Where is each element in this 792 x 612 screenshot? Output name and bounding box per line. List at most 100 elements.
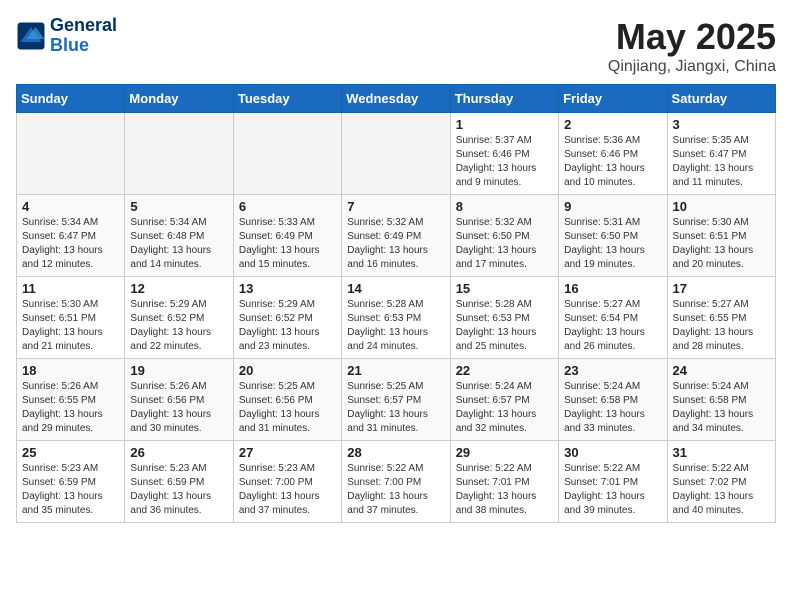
weekday-header-wednesday: Wednesday xyxy=(342,85,450,113)
calendar-day-17: 17 Sunrise: 5:27 AMSunset: 6:55 PMDayligh… xyxy=(667,277,775,359)
calendar-day-24: 24 Sunrise: 5:24 AMSunset: 6:58 PMDayligh… xyxy=(667,359,775,441)
day-number: 18 xyxy=(22,363,119,378)
day-info: Sunrise: 5:31 AMSunset: 6:50 PMDaylight:… xyxy=(564,216,661,272)
calendar-day-26: 26 Sunrise: 5:23 AMSunset: 6:59 PMDayligh… xyxy=(125,441,233,523)
calendar-empty xyxy=(233,113,341,195)
calendar-empty xyxy=(17,113,125,195)
calendar-day-25: 25 Sunrise: 5:23 AMSunset: 6:59 PMDayligh… xyxy=(17,441,125,523)
weekday-header-monday: Monday xyxy=(125,85,233,113)
calendar-day-29: 29Sunrise: 5:22 AMSunset: 7:01 PMDayligh… xyxy=(450,441,558,523)
calendar-empty xyxy=(342,113,450,195)
calendar-day-19: 19 Sunrise: 5:26 AMSunset: 6:56 PMDayligh… xyxy=(125,359,233,441)
day-number: 5 xyxy=(130,199,227,214)
calendar-day-3: 3 Sunrise: 5:35 AMSunset: 6:47 PMDaylight… xyxy=(667,113,775,195)
day-number: 16 xyxy=(564,281,661,296)
calendar-day-20: 20Sunrise: 5:25 AMSunset: 6:56 PMDayligh… xyxy=(233,359,341,441)
calendar-empty xyxy=(125,113,233,195)
calendar-week-5: 25 Sunrise: 5:23 AMSunset: 6:59 PMDayligh… xyxy=(17,441,776,523)
calendar-day-12: 12Sunrise: 5:29 AMSunset: 6:52 PMDayligh… xyxy=(125,277,233,359)
day-info: Sunrise: 5:28 AMSunset: 6:53 PMDaylight:… xyxy=(347,298,444,354)
day-info: Sunrise: 5:30 AMSunset: 6:51 PMDaylight:… xyxy=(673,216,770,272)
calendar-day-14: 14 Sunrise: 5:28 AMSunset: 6:53 PMDayligh… xyxy=(342,277,450,359)
calendar-week-1: 1 Sunrise: 5:37 AMSunset: 6:46 PMDaylight… xyxy=(17,113,776,195)
day-number: 9 xyxy=(564,199,661,214)
day-number: 25 xyxy=(22,445,119,460)
day-info: Sunrise: 5:22 AMSunset: 7:01 PMDaylight:… xyxy=(456,462,553,518)
day-info: Sunrise: 5:24 AMSunset: 6:58 PMDaylight:… xyxy=(673,380,770,436)
logo: General Blue xyxy=(16,16,117,56)
weekday-header-tuesday: Tuesday xyxy=(233,85,341,113)
day-number: 26 xyxy=(130,445,227,460)
day-number: 31 xyxy=(673,445,770,460)
calendar-week-4: 18 Sunrise: 5:26 AMSunset: 6:55 PMDayligh… xyxy=(17,359,776,441)
day-info: Sunrise: 5:23 AMSunset: 6:59 PMDaylight:… xyxy=(130,462,227,518)
day-info: Sunrise: 5:34 AMSunset: 6:48 PMDaylight:… xyxy=(130,216,227,272)
weekday-header-saturday: Saturday xyxy=(667,85,775,113)
location: Qinjiang, Jiangxi, China xyxy=(608,58,776,76)
logo-icon xyxy=(16,21,46,51)
day-number: 28 xyxy=(347,445,444,460)
title-block: May 2025 Qinjiang, Jiangxi, China xyxy=(608,16,776,76)
day-number: 11 xyxy=(22,281,119,296)
day-info: Sunrise: 5:23 AMSunset: 7:00 PMDaylight:… xyxy=(239,462,336,518)
day-info: Sunrise: 5:27 AMSunset: 6:55 PMDaylight:… xyxy=(673,298,770,354)
calendar-day-1: 1 Sunrise: 5:37 AMSunset: 6:46 PMDaylight… xyxy=(450,113,558,195)
calendar-day-6: 6 Sunrise: 5:33 AMSunset: 6:49 PMDaylight… xyxy=(233,195,341,277)
day-info: Sunrise: 5:32 AMSunset: 6:50 PMDaylight:… xyxy=(456,216,553,272)
day-number: 23 xyxy=(564,363,661,378)
calendar-day-10: 10 Sunrise: 5:30 AMSunset: 6:51 PMDayligh… xyxy=(667,195,775,277)
calendar-header-row: SundayMondayTuesdayWednesdayThursdayFrid… xyxy=(17,85,776,113)
day-info: Sunrise: 5:26 AMSunset: 6:55 PMDaylight:… xyxy=(22,380,119,436)
day-info: Sunrise: 5:34 AMSunset: 6:47 PMDaylight:… xyxy=(22,216,119,272)
day-info: Sunrise: 5:36 AMSunset: 6:46 PMDaylight:… xyxy=(564,134,661,190)
day-info: Sunrise: 5:24 AMSunset: 6:58 PMDaylight:… xyxy=(564,380,661,436)
weekday-header-friday: Friday xyxy=(559,85,667,113)
day-info: Sunrise: 5:37 AMSunset: 6:46 PMDaylight:… xyxy=(456,134,553,190)
day-number: 27 xyxy=(239,445,336,460)
calendar-week-2: 4Sunrise: 5:34 AMSunset: 6:47 PMDaylight… xyxy=(17,195,776,277)
day-number: 19 xyxy=(130,363,227,378)
day-number: 10 xyxy=(673,199,770,214)
day-number: 2 xyxy=(564,117,661,132)
calendar-day-23: 23 Sunrise: 5:24 AMSunset: 6:58 PMDayligh… xyxy=(559,359,667,441)
day-number: 21 xyxy=(347,363,444,378)
page-header: General Blue May 2025 Qinjiang, Jiangxi,… xyxy=(16,16,776,76)
day-info: Sunrise: 5:27 AMSunset: 6:54 PMDaylight:… xyxy=(564,298,661,354)
calendar-day-22: 22Sunrise: 5:24 AMSunset: 6:57 PMDayligh… xyxy=(450,359,558,441)
calendar-table: SundayMondayTuesdayWednesdayThursdayFrid… xyxy=(16,84,776,523)
day-number: 3 xyxy=(673,117,770,132)
weekday-header-sunday: Sunday xyxy=(17,85,125,113)
day-number: 8 xyxy=(456,199,553,214)
calendar-day-4: 4Sunrise: 5:34 AMSunset: 6:47 PMDaylight… xyxy=(17,195,125,277)
calendar-day-15: 15Sunrise: 5:28 AMSunset: 6:53 PMDayligh… xyxy=(450,277,558,359)
day-number: 15 xyxy=(456,281,553,296)
day-info: Sunrise: 5:26 AMSunset: 6:56 PMDaylight:… xyxy=(130,380,227,436)
day-number: 22 xyxy=(456,363,553,378)
day-info: Sunrise: 5:33 AMSunset: 6:49 PMDaylight:… xyxy=(239,216,336,272)
calendar-day-9: 9 Sunrise: 5:31 AMSunset: 6:50 PMDaylight… xyxy=(559,195,667,277)
calendar-day-2: 2 Sunrise: 5:36 AMSunset: 6:46 PMDaylight… xyxy=(559,113,667,195)
calendar-day-30: 30Sunrise: 5:22 AMSunset: 7:01 PMDayligh… xyxy=(559,441,667,523)
day-info: Sunrise: 5:35 AMSunset: 6:47 PMDaylight:… xyxy=(673,134,770,190)
calendar-day-31: 31Sunrise: 5:22 AMSunset: 7:02 PMDayligh… xyxy=(667,441,775,523)
day-info: Sunrise: 5:32 AMSunset: 6:49 PMDaylight:… xyxy=(347,216,444,272)
day-info: Sunrise: 5:25 AMSunset: 6:57 PMDaylight:… xyxy=(347,380,444,436)
day-info: Sunrise: 5:23 AMSunset: 6:59 PMDaylight:… xyxy=(22,462,119,518)
day-info: Sunrise: 5:29 AMSunset: 6:52 PMDaylight:… xyxy=(130,298,227,354)
day-number: 20 xyxy=(239,363,336,378)
day-number: 1 xyxy=(456,117,553,132)
month-title: May 2025 xyxy=(608,16,776,58)
day-number: 6 xyxy=(239,199,336,214)
day-number: 14 xyxy=(347,281,444,296)
day-number: 17 xyxy=(673,281,770,296)
calendar-day-21: 21 Sunrise: 5:25 AMSunset: 6:57 PMDayligh… xyxy=(342,359,450,441)
day-number: 24 xyxy=(673,363,770,378)
calendar-day-27: 27 Sunrise: 5:23 AMSunset: 7:00 PMDayligh… xyxy=(233,441,341,523)
weekday-header-thursday: Thursday xyxy=(450,85,558,113)
day-info: Sunrise: 5:22 AMSunset: 7:01 PMDaylight:… xyxy=(564,462,661,518)
calendar-day-8: 8 Sunrise: 5:32 AMSunset: 6:50 PMDaylight… xyxy=(450,195,558,277)
day-info: Sunrise: 5:22 AMSunset: 7:00 PMDaylight:… xyxy=(347,462,444,518)
calendar-day-11: 11Sunrise: 5:30 AMSunset: 6:51 PMDayligh… xyxy=(17,277,125,359)
calendar-day-28: 28 Sunrise: 5:22 AMSunset: 7:00 PMDayligh… xyxy=(342,441,450,523)
calendar-day-13: 13Sunrise: 5:29 AMSunset: 6:52 PMDayligh… xyxy=(233,277,341,359)
